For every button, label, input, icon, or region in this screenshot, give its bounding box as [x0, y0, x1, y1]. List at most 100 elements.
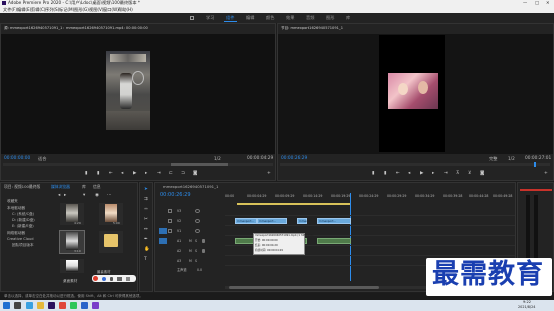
- source-fraction-select[interactable]: 1/2: [214, 156, 221, 161]
- tree-favorites[interactable]: 收藏夹: [7, 199, 18, 204]
- workspace-assembly[interactable]: 组件: [226, 15, 234, 20]
- source-patch-v1[interactable]: [159, 228, 167, 234]
- track-header-a2[interactable]: A2 M S: [155, 247, 225, 256]
- workspace-color[interactable]: 颜色: [266, 15, 274, 20]
- pen-tool-icon[interactable]: ✒: [144, 237, 148, 242]
- selection-tool-icon[interactable]: ➤: [144, 187, 148, 192]
- go-to-in-icon[interactable]: ⇤: [109, 171, 113, 176]
- minimize-button[interactable]: —: [523, 0, 527, 5]
- menu-window[interactable]: 窗口(W): [103, 7, 119, 12]
- step-forward-icon[interactable]: ▸: [145, 171, 147, 176]
- taskview-icon[interactable]: [14, 302, 21, 309]
- nav-back-icon[interactable]: ◂: [58, 193, 60, 198]
- program-add-button-icon[interactable]: +: [544, 171, 548, 176]
- menu-sequence[interactable]: 序列(S): [45, 7, 59, 12]
- track-header-a3[interactable]: A3 M S: [155, 257, 225, 266]
- taskbar-app-icon[interactable]: [70, 302, 77, 309]
- clock-date[interactable]: 2021/8/24: [518, 305, 535, 309]
- workspace-editing[interactable]: 编辑: [246, 15, 254, 20]
- menu-graphics[interactable]: 图形(G): [74, 7, 89, 12]
- lift-icon[interactable]: ⊼: [456, 171, 459, 176]
- ripple-tool-icon[interactable]: ⇿: [144, 207, 148, 212]
- track-header-master[interactable]: 主声道 0.0: [155, 267, 225, 274]
- mark-out-icon[interactable]: ▮: [97, 171, 99, 176]
- toolbar-logo-icon[interactable]: [93, 276, 98, 281]
- step-back-icon[interactable]: ◂: [121, 171, 123, 176]
- source-add-button-icon[interactable]: +: [267, 171, 271, 176]
- source-fit-select[interactable]: 适合: [38, 156, 46, 161]
- premiere-taskbar-icon[interactable]: [48, 302, 55, 309]
- toolbar-keyboard-icon[interactable]: [117, 276, 122, 281]
- media-item[interactable]: 5:00: [99, 203, 123, 225]
- source-timecode[interactable]: 00:00:00:00: [4, 156, 30, 161]
- hand-tool-icon[interactable]: ✋: [144, 247, 150, 252]
- mute-button[interactable]: M: [189, 249, 192, 253]
- tab-media-browser[interactable]: 媒体浏览器: [51, 185, 70, 189]
- audio-clip[interactable]: [317, 238, 351, 244]
- eye-icon[interactable]: [195, 219, 200, 223]
- tree-creative-cloud[interactable]: Creative Cloud: [7, 237, 33, 242]
- source-scrubber[interactable]: [3, 163, 273, 166]
- tree-network-drives[interactable]: 网络驱动器: [7, 231, 25, 236]
- lock-icon[interactable]: [168, 209, 172, 213]
- program-fraction-select[interactable]: 1/2: [508, 156, 515, 161]
- tree-local-drives[interactable]: 本地驱动器: [7, 206, 25, 211]
- export-frame-icon[interactable]: ◙: [193, 171, 197, 176]
- track-header-a1[interactable]: A1 M S: [155, 237, 225, 246]
- maximize-button[interactable]: □: [535, 0, 539, 5]
- workspace-graphics[interactable]: 图形: [326, 15, 334, 20]
- workspace-audio[interactable]: 音频: [306, 15, 314, 20]
- tab-project[interactable]: 项目: 视频100最终版: [4, 185, 40, 189]
- view-icon[interactable]: ◉: [95, 193, 99, 198]
- master-volume[interactable]: 0.0: [197, 268, 202, 272]
- program-fit-select[interactable]: 完整: [489, 156, 497, 161]
- program-step-back-icon[interactable]: ◂: [408, 171, 410, 176]
- workspace-libraries[interactable]: 库: [346, 15, 350, 20]
- media-item-folder[interactable]: [99, 231, 123, 253]
- tree-drive-e[interactable]: E: (新建/E盘): [12, 224, 34, 229]
- work-area-bar[interactable]: [237, 203, 351, 205]
- go-to-out-icon[interactable]: ⇥: [157, 171, 161, 176]
- program-timecode[interactable]: 00:00:26:29: [281, 156, 307, 161]
- play-icon[interactable]: ▶: [133, 171, 136, 176]
- taskbar-app-icon[interactable]: [26, 302, 33, 309]
- program-scrubber[interactable]: [280, 162, 550, 167]
- toolbar-grid-icon[interactable]: [126, 276, 130, 281]
- overwrite-icon[interactable]: ⊐: [181, 171, 185, 176]
- mark-in-icon[interactable]: ▮: [85, 171, 87, 176]
- taskbar-app-icon[interactable]: [59, 302, 66, 309]
- track-header-v2[interactable]: V2: [155, 217, 225, 226]
- source-patch-a1[interactable]: [159, 238, 167, 244]
- start-icon[interactable]: [3, 302, 10, 309]
- solo-button[interactable]: S: [195, 259, 197, 263]
- taskbar-app-icon[interactable]: [81, 302, 88, 309]
- mute-button[interactable]: M: [189, 239, 192, 243]
- tree-drive-c[interactable]: C: (系统/C盘): [12, 212, 34, 217]
- timeline-scroll-thumb[interactable]: [229, 286, 379, 289]
- video-clip[interactable]: mmexport…: [257, 218, 287, 224]
- tree-drive-d[interactable]: D: (新建/D盘): [12, 218, 35, 223]
- program-playhead[interactable]: [534, 162, 536, 167]
- more-icon[interactable]: ⋯: [107, 193, 112, 198]
- program-go-to-out-icon[interactable]: ⇥: [444, 171, 448, 176]
- program-mark-out-icon[interactable]: ▮: [384, 171, 386, 176]
- program-tab[interactable]: 节目: mmexport1626940571091_1: [281, 26, 343, 31]
- solo-button[interactable]: S: [195, 249, 197, 253]
- razor-tool-icon[interactable]: ✂: [144, 217, 148, 222]
- tab-info[interactable]: 信息: [93, 185, 101, 189]
- media-item[interactable]: 3:10: [59, 230, 85, 254]
- menu-clip[interactable]: 剪辑(C): [31, 7, 46, 12]
- lock-icon[interactable]: [168, 229, 172, 233]
- program-step-forward-icon[interactable]: ▸: [432, 171, 434, 176]
- menu-markers[interactable]: 标记(M): [59, 7, 74, 12]
- program-play-icon[interactable]: ▶: [420, 171, 423, 176]
- workspace-learn[interactable]: 学习: [206, 15, 214, 20]
- solo-button[interactable]: S: [195, 239, 197, 243]
- toolbar-mic-icon[interactable]: [110, 276, 113, 281]
- toolbar-moon-icon[interactable]: [102, 276, 106, 281]
- source-tab[interactable]: 源: mmexport1626940571091_1：mmexport16269…: [4, 26, 148, 31]
- mic-icon[interactable]: [202, 249, 205, 253]
- mute-button[interactable]: M: [189, 259, 192, 263]
- media-item[interactable]: 4:29: [60, 203, 84, 225]
- video-clip[interactable]: mmexport…: [235, 218, 257, 224]
